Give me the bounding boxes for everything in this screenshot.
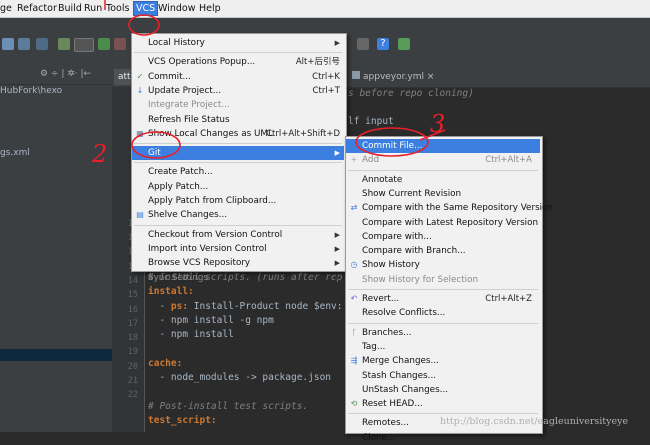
annotation-circle-commit (355, 127, 429, 157)
annotation-circle-git (131, 131, 181, 159)
git-item-clone[interactable]: Clone... (346, 431, 540, 445)
annotation-number-3: 3 (430, 110, 445, 138)
watermark: http://blog.csdn.net/eagleuniversityeye (440, 416, 629, 427)
git-item-label: Clone... (362, 432, 396, 443)
annotation-number-2: 2 (91, 140, 107, 168)
annotation-circle-vcs (128, 14, 160, 36)
annotation-overlay: 2 3 (91, 0, 446, 168)
